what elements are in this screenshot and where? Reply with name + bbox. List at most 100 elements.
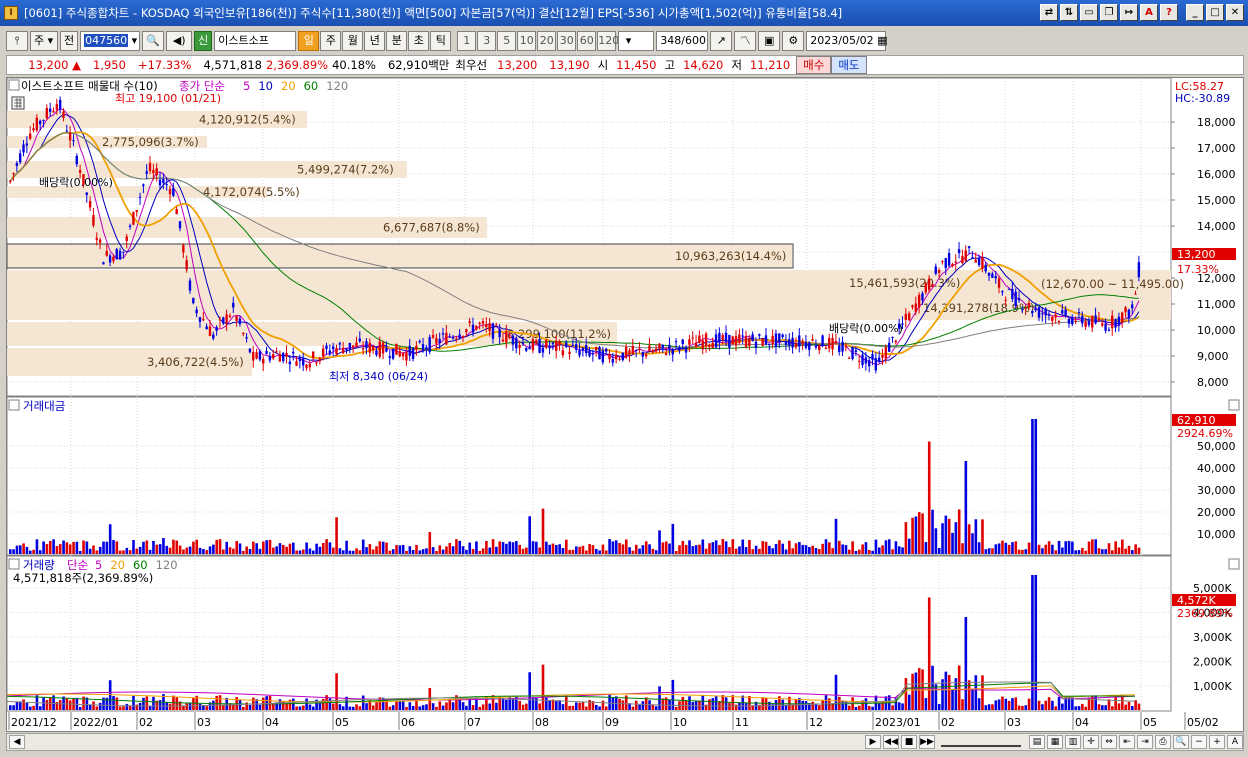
candle-body bbox=[611, 358, 615, 363]
period-button-2[interactable]: 월 bbox=[342, 31, 364, 51]
layout-3-icon[interactable]: ▥ bbox=[1065, 735, 1081, 749]
interval-button-5[interactable]: 5 bbox=[497, 31, 517, 51]
indicator-icon[interactable]: 〽 bbox=[734, 31, 757, 51]
amount-bar bbox=[1087, 541, 1091, 554]
zoom-in-icon[interactable]: + bbox=[1209, 735, 1225, 749]
amount-bar bbox=[671, 523, 675, 554]
rewind-icon[interactable]: ◀◀ bbox=[883, 735, 899, 749]
layout-1-icon[interactable]: ▤ bbox=[1029, 735, 1045, 749]
chart-svg[interactable]: 4,120,912(5.4%)2,775,096(3.7%) 5,499,274(… bbox=[6, 77, 1243, 731]
chart-area[interactable]: 4,120,912(5.4%) 2,775,096(3.7%) 5,499,274(… bbox=[6, 77, 1244, 732]
amount-pane-collapse-icon[interactable] bbox=[8, 399, 20, 411]
amount-bar bbox=[125, 547, 129, 554]
candle-body bbox=[947, 253, 951, 266]
pin-icon[interactable]: ↦ bbox=[1120, 4, 1138, 21]
interval-button-60[interactable]: 60 bbox=[577, 31, 597, 51]
stop-icon[interactable]: ■ bbox=[901, 735, 917, 749]
speaker-icon[interactable]: ◀) bbox=[166, 31, 193, 51]
interval-button-3[interactable]: 3 bbox=[477, 31, 497, 51]
volume-bar bbox=[641, 701, 645, 710]
expand-icon[interactable]: ⇥ bbox=[1137, 735, 1153, 749]
x-tick: 05 bbox=[335, 716, 349, 729]
period-button-1[interactable]: 주 bbox=[320, 31, 342, 51]
amount-bar bbox=[292, 542, 295, 554]
arrows-icon[interactable]: ⇔ bbox=[1101, 735, 1117, 749]
compress-icon[interactable]: ⇤ bbox=[1119, 735, 1135, 749]
interval-button-30[interactable]: 30 bbox=[557, 31, 577, 51]
count-field[interactable]: 348/600 bbox=[656, 31, 709, 51]
draw-line-icon[interactable]: ↗ bbox=[710, 31, 733, 51]
period-button-5[interactable]: 초 bbox=[408, 31, 430, 51]
amount-bar bbox=[341, 550, 345, 554]
amount-bar bbox=[368, 544, 372, 554]
volume-bar bbox=[974, 675, 978, 710]
band-label-2: 5,499,274(7.2%) bbox=[297, 163, 394, 177]
amount-bar bbox=[301, 549, 305, 554]
volume-bar bbox=[311, 706, 315, 710]
fast-forward-icon[interactable]: ▶▶ bbox=[919, 735, 935, 749]
zoom-slider[interactable] bbox=[941, 737, 1021, 747]
layout-2-icon[interactable]: ▦ bbox=[1047, 735, 1063, 749]
candle-body bbox=[834, 341, 838, 343]
settings-gear-icon[interactable]: ⚙ bbox=[782, 31, 805, 51]
volume-bar bbox=[68, 700, 72, 710]
interval-button-120[interactable]: 120 bbox=[597, 31, 619, 51]
play-icon[interactable]: ▶ bbox=[865, 735, 881, 749]
pane-collapse-icon[interactable] bbox=[8, 79, 20, 91]
volume-bar bbox=[651, 704, 655, 710]
period-button-0[interactable]: 일 bbox=[298, 31, 320, 51]
amount-close-icon[interactable] bbox=[1228, 399, 1240, 411]
link-icon[interactable]: ⇄ bbox=[1040, 4, 1058, 21]
search-icon[interactable]: 🔍 bbox=[142, 31, 165, 51]
interval-button-20[interactable]: 20 bbox=[537, 31, 557, 51]
period-button-4[interactable]: 분 bbox=[386, 31, 408, 51]
print-icon[interactable]: ⎙ bbox=[1155, 735, 1171, 749]
minimize-button[interactable]: _ bbox=[1186, 4, 1204, 21]
amount-bar bbox=[964, 461, 968, 554]
amount-bar bbox=[771, 548, 775, 554]
candle-body bbox=[758, 334, 761, 336]
help-icon[interactable]: ? bbox=[1160, 4, 1178, 21]
candle-body bbox=[894, 340, 898, 343]
amount-bar bbox=[248, 549, 252, 554]
save-icon[interactable]: ▣ bbox=[758, 31, 781, 51]
amount-bar bbox=[751, 549, 755, 554]
amount-bar bbox=[821, 543, 824, 554]
period-button-6[interactable]: 틱 bbox=[430, 31, 452, 51]
sync-icon[interactable]: ⇅ bbox=[1060, 4, 1078, 21]
window-icon[interactable]: ▭ bbox=[1080, 4, 1098, 21]
mode-select[interactable]: 주 ▾ bbox=[30, 31, 58, 51]
band-6 bbox=[7, 270, 1171, 296]
zoom-icon[interactable]: 🔍 bbox=[1173, 735, 1189, 749]
scroll-left-icon[interactable]: ◀ bbox=[9, 735, 25, 749]
prev-button[interactable]: 전 bbox=[60, 31, 79, 51]
volume-close-icon[interactable] bbox=[1228, 558, 1240, 570]
stock-code-value: 047560 bbox=[84, 34, 129, 47]
zoom-out-icon[interactable]: − bbox=[1191, 735, 1207, 749]
stock-code-input[interactable]: 047560 ▾ bbox=[80, 31, 141, 51]
volume-bar bbox=[142, 697, 145, 710]
hc-label: HC:-30.89 bbox=[1175, 92, 1230, 105]
period-button-3[interactable]: 년 bbox=[364, 31, 386, 51]
sell-button[interactable]: 매도 bbox=[831, 56, 867, 74]
interval-custom-select[interactable]: ▾ bbox=[618, 31, 655, 51]
font-icon[interactable]: A bbox=[1140, 4, 1158, 21]
interval-button-10[interactable]: 10 bbox=[517, 31, 537, 51]
volume-pane-collapse-icon[interactable] bbox=[8, 558, 20, 570]
date-field[interactable]: 2023/05/02 ▦ bbox=[806, 31, 888, 51]
chart-type-icon[interactable]: ⫯ bbox=[6, 31, 28, 51]
copy-icon[interactable]: ❐ bbox=[1100, 4, 1118, 21]
amount-bar bbox=[927, 441, 931, 554]
amount-bar bbox=[611, 541, 615, 554]
maximize-button[interactable]: □ bbox=[1206, 4, 1224, 21]
candle-body bbox=[568, 351, 571, 355]
font-size-icon[interactable]: A bbox=[1227, 735, 1243, 749]
scroll-bar[interactable]: ◀ ▶ ◀◀ ■ ▶▶ ▤ ▦ ▥ ✛ ⇔ ⇤ ⇥ ⎙ 🔍 − + A bbox=[6, 733, 1244, 751]
amount-bar bbox=[774, 544, 778, 554]
buy-button[interactable]: 매수 bbox=[796, 56, 832, 74]
candle-body bbox=[1097, 318, 1101, 321]
interval-button-1[interactable]: 1 bbox=[457, 31, 477, 51]
candle-body bbox=[1137, 262, 1141, 278]
crosshair-icon[interactable]: ✛ bbox=[1083, 735, 1099, 749]
close-button[interactable]: ✕ bbox=[1226, 4, 1244, 21]
